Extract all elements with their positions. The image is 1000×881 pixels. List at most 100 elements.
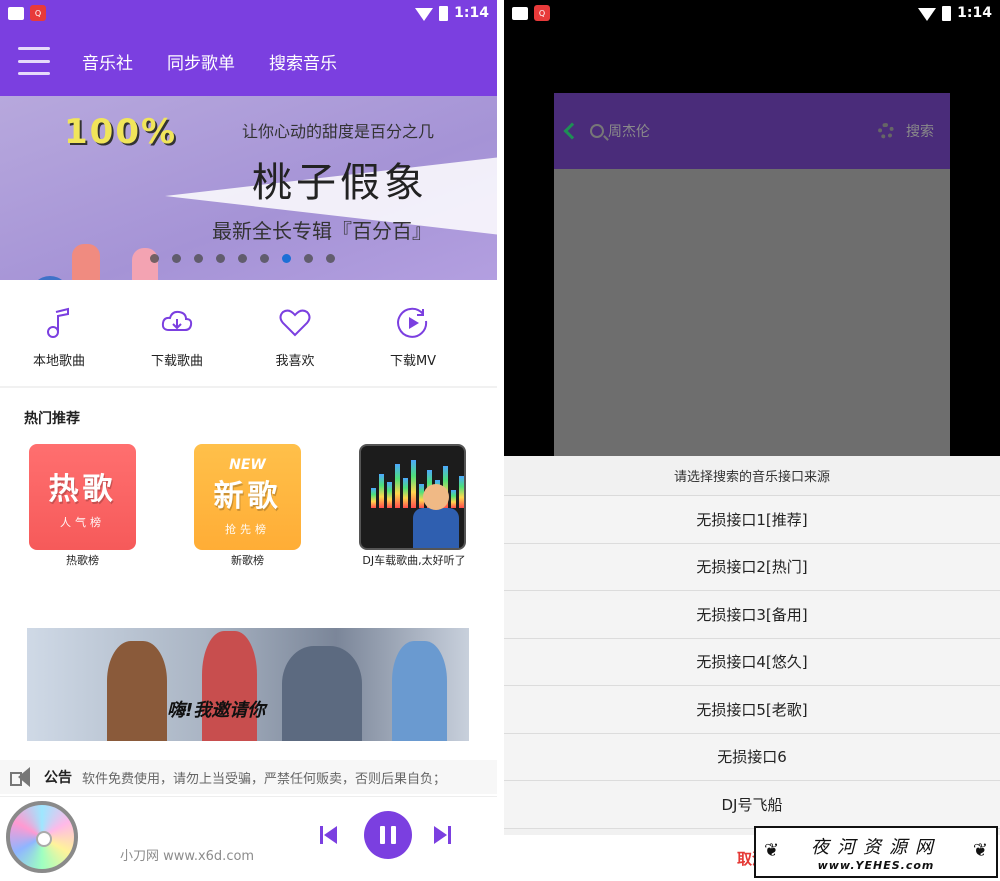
quick-label: 我喜欢 xyxy=(275,354,315,369)
app-header: Q 1:14 音乐社 同步歌单 搜索音乐 xyxy=(0,0,497,96)
tab-search-music[interactable]: 搜索音乐 xyxy=(269,49,337,74)
hot-section-title: 热门推荐 xyxy=(24,411,80,427)
dj-songs-card[interactable] xyxy=(359,444,466,550)
search-page-dimmed: 周杰伦 搜索 xyxy=(554,93,950,456)
quick-download-mv[interactable]: 下载MV xyxy=(354,290,472,385)
source-option[interactable]: 无损接口5[老歌] xyxy=(504,686,1000,734)
source-option[interactable]: 无损接口3[备用] xyxy=(504,591,1000,639)
ad-character-illustration xyxy=(392,641,447,741)
equalizer-illustration xyxy=(371,458,464,508)
banner-title: 桃子假象 xyxy=(252,160,428,206)
battery-icon xyxy=(439,5,449,21)
card-label[interactable]: DJ车载歌曲,太好听了 xyxy=(354,552,474,568)
source-option[interactable]: 无损接口4[悠久] xyxy=(504,638,1000,686)
card-title: 热歌 xyxy=(48,472,117,507)
source-option[interactable]: 无损接口2[热门] xyxy=(504,543,1000,591)
menu-icon[interactable] xyxy=(18,47,50,75)
banner-subtitle: 最新全长专辑『百分百』 xyxy=(212,219,432,243)
banner-person-illustration xyxy=(132,248,158,280)
next-track-icon[interactable] xyxy=(433,825,451,845)
quick-download-songs[interactable]: 下载歌曲 xyxy=(118,290,236,385)
site-watermark-url: www.YEHES.com xyxy=(817,858,935,872)
section-divider xyxy=(0,386,497,388)
dj-body-illustration xyxy=(413,508,459,548)
card-label[interactable]: 热歌榜 xyxy=(29,552,136,568)
play-circle-icon xyxy=(397,307,428,338)
mini-player: 小刀网 www.x6d.com xyxy=(0,796,497,881)
banner-dot[interactable] xyxy=(194,254,203,263)
card-label[interactable]: 新歌榜 xyxy=(194,552,301,568)
quick-label: 下载歌曲 xyxy=(150,354,203,369)
quick-favorites[interactable]: 我喜欢 xyxy=(236,290,354,385)
settings-icon[interactable] xyxy=(878,123,894,139)
source-option[interactable]: 无损接口1[推荐] xyxy=(504,496,1000,544)
banner-tagline: 让你心动的甜度是百分之几 xyxy=(242,122,435,141)
quick-actions: 本地歌曲 下载歌曲 我喜欢 下载MV xyxy=(0,290,497,385)
ad-character-illustration xyxy=(202,631,257,741)
pause-icon xyxy=(380,826,385,844)
quick-local-songs[interactable]: 本地歌曲 xyxy=(0,290,118,385)
ad-slogan: 嗨!我邀请你 xyxy=(167,700,266,721)
left-screen: Q 1:14 音乐社 同步歌单 搜索音乐 100% 让你心动的甜度是百分之几 桃… xyxy=(0,0,497,881)
status-bar: Q 1:14 xyxy=(0,0,497,26)
notification-icon xyxy=(8,6,24,20)
source-select-sheet: 请选择搜索的音乐接口来源 无损接口1[推荐] 无损接口2[热门] 无损接口3[备… xyxy=(504,456,1000,881)
pause-button[interactable] xyxy=(364,811,412,859)
album-disc-icon[interactable] xyxy=(6,801,78,873)
back-arrow-icon[interactable] xyxy=(563,122,581,140)
quick-label: 下载MV xyxy=(389,354,437,369)
status-time: 1:14 xyxy=(957,5,992,21)
notice-label: 公告 xyxy=(44,770,72,786)
app-badge-icon: Q xyxy=(534,5,550,21)
banner-person-illustration xyxy=(72,244,100,280)
status-bar: Q 1:14 xyxy=(504,0,1000,26)
card-subtitle: 人气榜 xyxy=(60,516,105,529)
tab-sync-playlist[interactable]: 同步歌单 xyxy=(167,49,235,74)
card-title: 新歌 xyxy=(213,479,282,514)
watermark-text: 小刀网 www.x6d.com xyxy=(120,849,255,864)
banner-dot[interactable] xyxy=(150,254,159,263)
banner-dot[interactable] xyxy=(282,254,291,263)
right-screen: Q 1:14 周杰伦 搜索 请选择搜索的音乐接口来源 无损接口1[推荐] 无损接… xyxy=(504,0,1000,881)
top-nav: 音乐社 同步歌单 搜索音乐 xyxy=(0,26,497,96)
search-button[interactable]: 搜索 xyxy=(906,121,934,141)
quick-label: 本地歌曲 xyxy=(32,354,85,369)
battery-icon xyxy=(942,5,952,21)
source-option[interactable]: DJ号飞船 xyxy=(504,781,1000,829)
banner-dot[interactable] xyxy=(304,254,313,263)
site-watermark-name: 夜河资源网 xyxy=(811,836,941,858)
banner-dot[interactable] xyxy=(260,254,269,263)
wifi-icon xyxy=(415,7,434,21)
music-note-icon xyxy=(47,307,69,338)
banner-dot[interactable] xyxy=(326,254,335,263)
hot-songs-card[interactable]: 热歌 人气榜 xyxy=(29,444,136,550)
banner-percent: 100% xyxy=(64,112,178,152)
notification-icon xyxy=(512,6,528,20)
previous-track-icon[interactable] xyxy=(320,825,338,845)
ad-mech-illustration xyxy=(282,646,362,741)
ad-banner[interactable]: 嗨!我邀请你 xyxy=(27,628,469,741)
pause-icon xyxy=(391,826,396,844)
ornament-icon: ❦ xyxy=(764,840,780,861)
dj-head-illustration xyxy=(423,484,449,510)
sheet-title: 请选择搜索的音乐接口来源 xyxy=(504,456,1000,496)
notice-bar: 公告 软件免费使用，请勿上当受骗，严禁任何贩卖，否则后果自负； xyxy=(0,760,497,794)
speaker-icon xyxy=(10,767,34,787)
banner-pagination[interactable] xyxy=(150,254,335,263)
cloud-download-icon xyxy=(161,310,193,331)
source-option[interactable]: 无损接口6 xyxy=(504,733,1000,781)
search-header: 周杰伦 搜索 xyxy=(554,93,950,169)
banner-dot[interactable] xyxy=(238,254,247,263)
banner-dot[interactable] xyxy=(216,254,225,263)
ornament-icon: ❦ xyxy=(972,840,988,861)
new-songs-card[interactable]: NEW 新歌 抢先榜 xyxy=(194,444,301,550)
search-icon xyxy=(590,124,604,138)
app-badge-icon: Q xyxy=(30,5,46,21)
heart-icon xyxy=(279,309,311,337)
banner-dot[interactable] xyxy=(172,254,181,263)
status-time: 1:14 xyxy=(454,5,489,21)
notice-text: 软件免费使用，请勿上当受骗，严禁任何贩卖，否则后果自负； xyxy=(82,771,447,787)
card-subtitle: 抢先榜 xyxy=(225,523,270,536)
search-input[interactable]: 周杰伦 xyxy=(608,121,650,141)
tab-music-community[interactable]: 音乐社 xyxy=(82,49,133,74)
